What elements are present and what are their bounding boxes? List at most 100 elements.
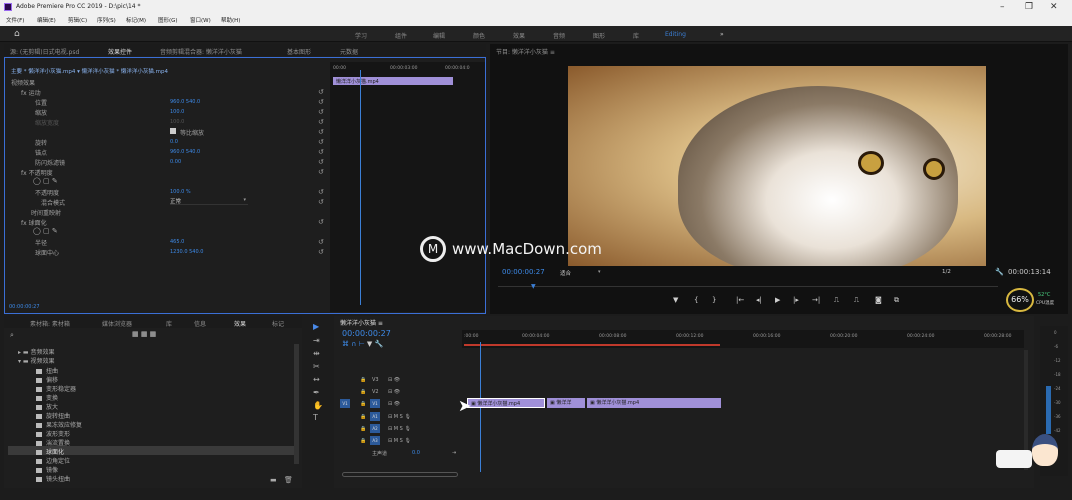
value-sphere-center[interactable]: 1230.0 540.0 [170, 249, 203, 255]
fit-select[interactable]: 适合 [560, 269, 571, 277]
go-to-out-button[interactable]: →| [812, 296, 820, 304]
reset-icon[interactable]: ↺ [318, 158, 324, 166]
list-item-selected[interactable]: 球面化 [36, 447, 64, 456]
tab-source[interactable]: 源: (无剪辑)日式电视.psd [10, 47, 79, 56]
effect-time-remap[interactable]: 时间重映射 [31, 208, 61, 217]
reset-icon[interactable]: ↺ [318, 188, 324, 196]
list-item[interactable]: 变形稳定器 [36, 384, 76, 393]
tab-libraries[interactable]: 库 [166, 319, 172, 328]
workspace-editing-cn[interactable]: 编辑 [433, 31, 445, 40]
workspace-audio[interactable]: 音频 [553, 31, 565, 40]
workspace-assembly[interactable]: 组件 [395, 31, 407, 40]
workspace-learn[interactable]: 学习 [355, 31, 367, 40]
tab-essential-graphics[interactable]: 基本图形 [287, 47, 311, 56]
maximize-button[interactable]: ❐ [1025, 2, 1033, 12]
program-timecode[interactable]: 00:00:00:27 [502, 268, 545, 276]
track-a1[interactable]: A1 [370, 412, 380, 421]
reset-icon[interactable]: ↺ [318, 248, 324, 256]
list-item[interactable]: 扭曲 [36, 366, 58, 375]
track-a1-controls[interactable]: ⊟ M S 🎙 [388, 414, 411, 420]
value-radius[interactable]: 465.0 [170, 239, 184, 245]
effect-timecode[interactable]: 00:00:00:27 [9, 304, 40, 310]
value-scale[interactable]: 100.0 [170, 109, 184, 115]
list-item[interactable]: 变换 [36, 393, 58, 402]
reset-icon[interactable]: ↺ [318, 98, 324, 106]
lock-icon[interactable]: 🔒 [360, 426, 366, 432]
new-bin-icon[interactable]: ▬ [270, 476, 277, 484]
home-icon[interactable]: ⌂ [14, 29, 20, 39]
list-item[interactable]: 镜头扭曲 [36, 474, 70, 483]
folder-video-effects[interactable]: ▾ ▬ 视频效果 [18, 356, 55, 365]
list-item[interactable]: 偏移 [36, 375, 58, 384]
scrub-playhead-icon[interactable]: ▼ [531, 283, 536, 290]
value-position[interactable]: 960.0 540.0 [170, 99, 200, 105]
folder-audio-effects[interactable]: ▸ ▬ 音频效果 [18, 347, 55, 356]
tab-media-browser[interactable]: 媒体浏览器 [102, 319, 132, 328]
master-end-icon[interactable]: ⇥ [452, 450, 456, 456]
minimize-button[interactable]: – [1000, 2, 1005, 12]
marker-add-button[interactable]: ▼ [673, 296, 678, 304]
menu-window[interactable]: 窗口(W) [190, 16, 211, 24]
tab-info[interactable]: 信息 [194, 319, 206, 328]
delete-icon[interactable]: 🗑 [284, 476, 293, 484]
list-item[interactable]: 旋转扭曲 [36, 411, 70, 420]
type-tool-icon[interactable]: T [313, 413, 318, 422]
timeline-clip[interactable]: ▣ 懒洋洋小灰猫.mp4 [467, 398, 545, 408]
step-back-button[interactable]: ◂| [756, 296, 762, 304]
lock-icon[interactable]: 🔒 [360, 389, 366, 395]
workspace-libraries[interactable]: 库 [633, 31, 639, 40]
timeline-timecode[interactable]: 00:00:00:27 [342, 329, 391, 338]
menu-clip[interactable]: 剪辑(C) [68, 16, 87, 24]
mark-in-button[interactable]: { [694, 296, 698, 304]
reset-icon[interactable]: ↺ [318, 238, 324, 246]
timeline-h-scrollbar[interactable] [342, 472, 458, 477]
track-v2[interactable]: V2 [372, 389, 379, 395]
track-a2[interactable]: A2 [370, 424, 380, 433]
close-button[interactable]: ✕ [1050, 2, 1058, 12]
track-v3-controls[interactable]: ⊟ 👁 [388, 377, 400, 383]
value-rotation[interactable]: 0.0 [170, 139, 178, 145]
track-v3[interactable]: V3 [372, 377, 379, 383]
lock-icon[interactable]: 🔒 [360, 401, 366, 407]
list-item[interactable]: 镜像 [36, 465, 58, 474]
menu-help[interactable]: 帮助(H) [221, 16, 240, 24]
value-anti-flicker[interactable]: 0.00 [170, 159, 181, 165]
razor-tool-icon[interactable]: ✂ [313, 362, 320, 371]
track-a3-controls[interactable]: ⊟ M S 🎙 [388, 438, 411, 444]
track-v1-controls[interactable]: ⊟ 👁 [388, 401, 400, 407]
effects-scrollbar[interactable] [294, 344, 299, 464]
reset-icon[interactable]: ↺ [318, 148, 324, 156]
reset-icon[interactable]: ↺ [318, 138, 324, 146]
tab-effects[interactable]: 效果 [234, 319, 246, 328]
value-anchor[interactable]: 960.0 540.0 [170, 149, 200, 155]
effect-motion[interactable]: fx 运动 [21, 88, 41, 97]
reset-icon[interactable]: ↺ [318, 108, 324, 116]
lock-icon[interactable]: 🔒 [360, 377, 366, 383]
search-icon[interactable]: ⌕ [10, 331, 14, 340]
effect-mini-timeline[interactable]: 00:00 00:00:03:00 00:00:04:0 懒洋洋小灰猫.mp4 [330, 62, 485, 312]
master-volume[interactable]: 0.0 [412, 450, 420, 456]
resolution-select[interactable]: 1/2 [942, 269, 951, 275]
effect-spherize[interactable]: fx 球面化 [21, 218, 47, 227]
program-scrubber[interactable]: ▼ [498, 283, 998, 292]
reset-icon[interactable]: ↺ [318, 218, 324, 226]
track-a2-controls[interactable]: ⊟ M S 🎙 [388, 426, 411, 432]
workspace-more[interactable]: » [720, 31, 724, 38]
value-opacity[interactable]: 100.0 % [170, 189, 191, 195]
menu-graphics[interactable]: 图形(G) [158, 16, 178, 24]
reset-icon[interactable]: ↺ [318, 118, 324, 126]
tab-metadata[interactable]: 元数据 [340, 47, 358, 56]
reset-icon[interactable]: ↺ [318, 198, 324, 206]
tab-bin[interactable]: 素材箱: 素材箱 [30, 319, 70, 328]
track-a3[interactable]: A3 [370, 436, 380, 445]
timeline-ruler[interactable]: :00:00 00:00:04:00 00:00:08:00 00:00:12:… [462, 330, 1024, 348]
workspace-editing[interactable]: Editing [665, 31, 686, 38]
program-tab[interactable]: 节目: 懒洋洋小灰猫 ≡ [496, 47, 555, 56]
menu-marker[interactable]: 标记(M) [126, 16, 146, 24]
mini-clip[interactable]: 懒洋洋小灰猫.mp4 [333, 77, 453, 85]
ripple-edit-tool-icon[interactable]: ⇹ [313, 349, 320, 358]
workspace-color[interactable]: 颜色 [473, 31, 485, 40]
tab-markers[interactable]: 标记 [272, 319, 284, 328]
tab-effect-controls[interactable]: 效果控件 [108, 47, 132, 56]
track-select-tool-icon[interactable]: ⇥ [313, 336, 320, 345]
